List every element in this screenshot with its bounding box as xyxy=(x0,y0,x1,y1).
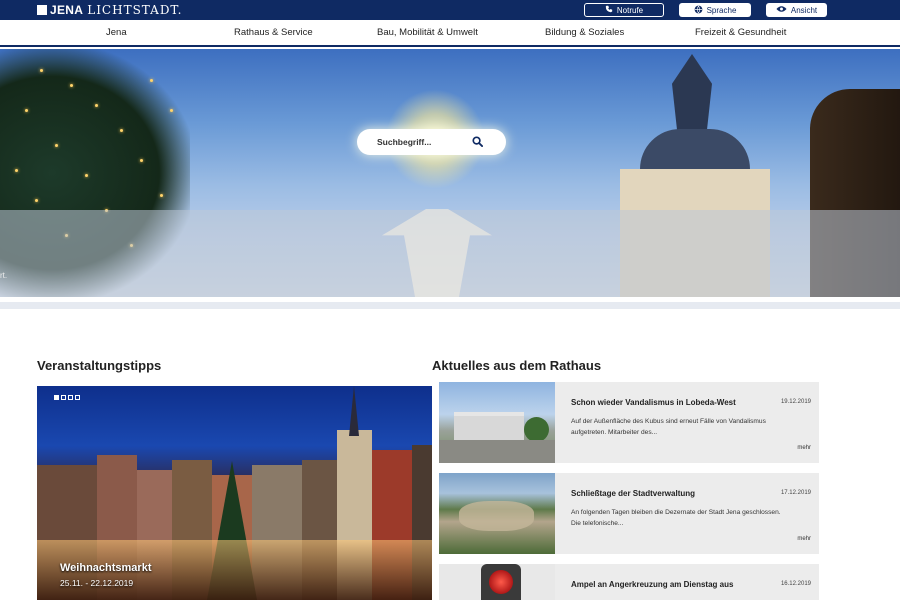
nav-item-bildung-soziales[interactable]: Bildung & Soziales xyxy=(545,27,624,38)
nav-item-freizeit-gesundheit[interactable]: Freizeit & Gesundheit xyxy=(695,27,786,38)
logo-text-light: LICHTSTADT. xyxy=(87,3,183,17)
logo-square-icon xyxy=(37,5,47,15)
news-image-kubus[interactable] xyxy=(439,382,555,463)
news-more-link[interactable]: mehr xyxy=(797,536,811,542)
news-item[interactable]: Ampel an Angerkreuzung am Dienstag aus 1… xyxy=(439,564,819,600)
main-navigation: Jena Rathaus & Service Bau, Mobilität & … xyxy=(0,20,900,47)
search-input[interactable] xyxy=(377,137,469,147)
news-image-traffic-light[interactable] xyxy=(439,564,555,600)
news-date: 19.12.2019 xyxy=(780,399,811,405)
logo[interactable]: JENA LICHTSTADT. xyxy=(37,3,183,17)
news-excerpt: Auf der Außenfläche des Kubus sind erneu… xyxy=(571,418,766,436)
logo-text-bold: JENA xyxy=(50,3,84,17)
phone-icon xyxy=(605,5,613,15)
event-date: 25.11. - 22.12.2019 xyxy=(60,578,134,588)
nav-item-bau-mobilitaet-umwelt[interactable]: Bau, Mobilität & Umwelt xyxy=(377,27,478,38)
section-divider xyxy=(0,302,900,309)
news-title[interactable]: Ampel an Angerkreuzung am Dienstag aus xyxy=(571,580,733,589)
news-heading: Aktuelles aus dem Rathaus xyxy=(432,358,602,373)
event-title[interactable]: Weihnachtsmarkt xyxy=(60,562,152,574)
news-item[interactable]: Schon wieder Vandalismus in Lobeda-West … xyxy=(439,382,819,463)
slider-dot-4[interactable] xyxy=(75,395,80,400)
notrufe-button[interactable]: Notrufe xyxy=(584,3,664,17)
news-more-link[interactable]: mehr xyxy=(797,445,811,451)
events-heading: Veranstaltungstipps xyxy=(37,358,162,373)
news-image-city-aerial[interactable] xyxy=(439,473,555,554)
news-item[interactable]: Schließtage der Stadtverwaltung 17.12.20… xyxy=(439,473,819,554)
hero-caption-fragment: rt. xyxy=(0,271,8,280)
search-box[interactable] xyxy=(357,129,506,155)
slider-dot-3[interactable] xyxy=(68,395,73,400)
notrufe-label: Notrufe xyxy=(616,5,644,15)
news-title[interactable]: Schon wieder Vandalismus in Lobeda-West xyxy=(571,398,736,407)
hero-image: rt. xyxy=(0,49,900,297)
news-date: 16.12.2019 xyxy=(780,581,811,587)
nav-item-jena[interactable]: Jena xyxy=(106,27,127,38)
top-bar: JENA LICHTSTADT. Notrufe Sprache Ansicht xyxy=(0,0,900,20)
news-date: 17.12.2019 xyxy=(780,490,811,496)
slider-dot-2[interactable] xyxy=(61,395,66,400)
news-title[interactable]: Schließtage der Stadtverwaltung xyxy=(571,489,695,498)
ansicht-label: Ansicht xyxy=(790,5,818,15)
sprache-label: Sprache xyxy=(706,5,737,15)
eye-icon xyxy=(776,5,787,15)
nav-item-rathaus-service[interactable]: Rathaus & Service xyxy=(234,27,313,38)
sprache-button[interactable]: Sprache xyxy=(679,3,751,17)
tower-spire-image xyxy=(672,54,712,139)
news-excerpt: An folgenden Tagen bleiben die Dezernate… xyxy=(571,509,781,527)
ansicht-button[interactable]: Ansicht xyxy=(766,3,827,17)
slider-dots xyxy=(54,395,80,400)
slider-dot-1[interactable] xyxy=(54,395,59,400)
search-icon[interactable] xyxy=(472,136,483,147)
globe-icon xyxy=(694,5,703,16)
